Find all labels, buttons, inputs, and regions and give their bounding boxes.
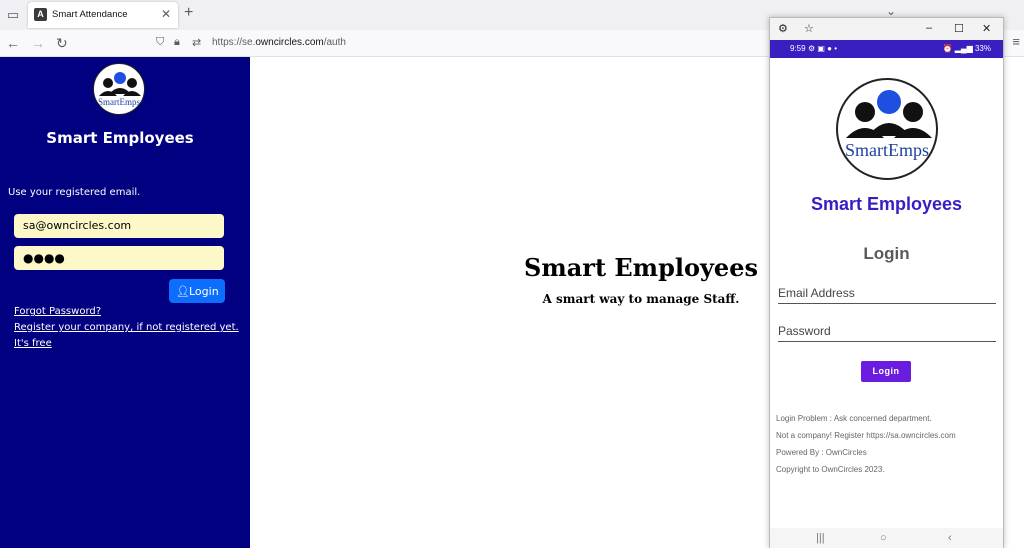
phone-app-title: Smart Employees [810, 194, 963, 214]
minimize-icon[interactable]: – [926, 22, 932, 34]
phone-status-bar: 9:59 ⚙ ▣ ● • ⏰ ▂▄▆ 33% [770, 40, 1003, 58]
url-prefix: https://se. [212, 37, 256, 48]
tab-title: Smart Attendance [52, 9, 128, 20]
url-text[interactable]: https://se.owncircles.com/auth [212, 37, 346, 48]
lock-icon[interactable]: 🔒︎ [174, 36, 180, 49]
browser-window: ▭ A Smart Attendance ✕ + ⌄ ← → ↻ ⛉ 🔒︎ ⇄ … [0, 0, 1024, 548]
phone-password-field[interactable]: Password [778, 324, 996, 342]
register-link[interactable]: Register your company, if not registered… [14, 322, 239, 333]
angular-favicon-icon: A [34, 8, 47, 21]
window-close-icon[interactable]: ✕ [982, 22, 991, 35]
reload-icon[interactable]: ↻ [56, 35, 68, 52]
phone-login-heading: Login [863, 244, 910, 263]
maximize-icon[interactable]: ☐ [954, 22, 964, 35]
url-path: /auth [323, 37, 346, 48]
tab-smart-attendance[interactable]: A Smart Attendance ✕ [28, 2, 178, 28]
recent-apps-icon[interactable]: ||| [816, 532, 825, 544]
phone-nav-bar: ||| ○ ‹ [770, 528, 1003, 548]
menu-icon[interactable]: ≡ [1012, 34, 1020, 49]
address-bar[interactable]: ⛉ 🔒︎ ⇄ https://se.owncircles.com/auth [150, 33, 770, 54]
phone-toolbar: ⚙ ☆ – ☐ ✕ [770, 18, 1003, 40]
email-hint: Use your registered email. [8, 187, 141, 198]
free-link[interactable]: It's free [14, 338, 52, 349]
sidebar-title: Smart Employees [46, 129, 194, 147]
new-tab-icon[interactable]: + [184, 4, 193, 22]
close-icon[interactable]: ✕ [161, 7, 171, 21]
pin-icon[interactable]: ☆ [804, 22, 814, 35]
permissions-icon[interactable]: ⇄ [192, 36, 201, 49]
url-host: owncircles.com [255, 37, 324, 48]
phone-email-field[interactable]: Email Address [778, 286, 996, 304]
phone-logo-text: SmartEmps [845, 140, 929, 160]
back-icon[interactable]: ← [6, 35, 20, 51]
phone-note: Login Problem : Ask concerned department… [776, 414, 932, 423]
forgot-password-link[interactable]: Forgot Password? [14, 306, 101, 317]
people-logo-icon [846, 90, 932, 138]
shield-icon[interactable]: ⛉ [156, 36, 164, 49]
email-field[interactable]: sa@owncircles.com [14, 214, 224, 238]
battery-level: 33% [974, 44, 991, 53]
people-logo-icon [99, 72, 141, 96]
forward-icon[interactable]: → [31, 35, 45, 51]
chevron-down-icon[interactable]: ⌄ [886, 4, 896, 18]
smartemps-logo: SmartEmps [93, 63, 145, 115]
tab-list-icon[interactable]: ▭ [4, 6, 22, 24]
phone-emulator-window: ⚙ ☆ – ☐ ✕ 9:59 ⚙ ▣ ● • ⏰ ▂▄▆ 33% SmartEm… [769, 17, 1004, 548]
status-notification-icons: ⚙ ▣ ● • [808, 44, 838, 53]
logo-text: SmartEmps [98, 97, 140, 107]
status-time: 9:59 [790, 44, 806, 53]
status-battery: ⏰ ▂▄▆ 33% [942, 44, 991, 53]
settings-icon[interactable]: ⚙ [778, 22, 788, 35]
phone-logo: SmartEmps [836, 78, 938, 180]
home-icon[interactable]: ○ [880, 532, 887, 544]
phone-login-button[interactable]: Login [861, 361, 911, 382]
phone-note: Copyright to OwnCircles 2023. [776, 465, 885, 474]
phone-note: Not a company! Register https://sa.ownci… [776, 431, 956, 440]
back-nav-icon[interactable]: ‹ [948, 532, 952, 544]
phone-note: Powered By : OwnCircles [776, 448, 867, 457]
